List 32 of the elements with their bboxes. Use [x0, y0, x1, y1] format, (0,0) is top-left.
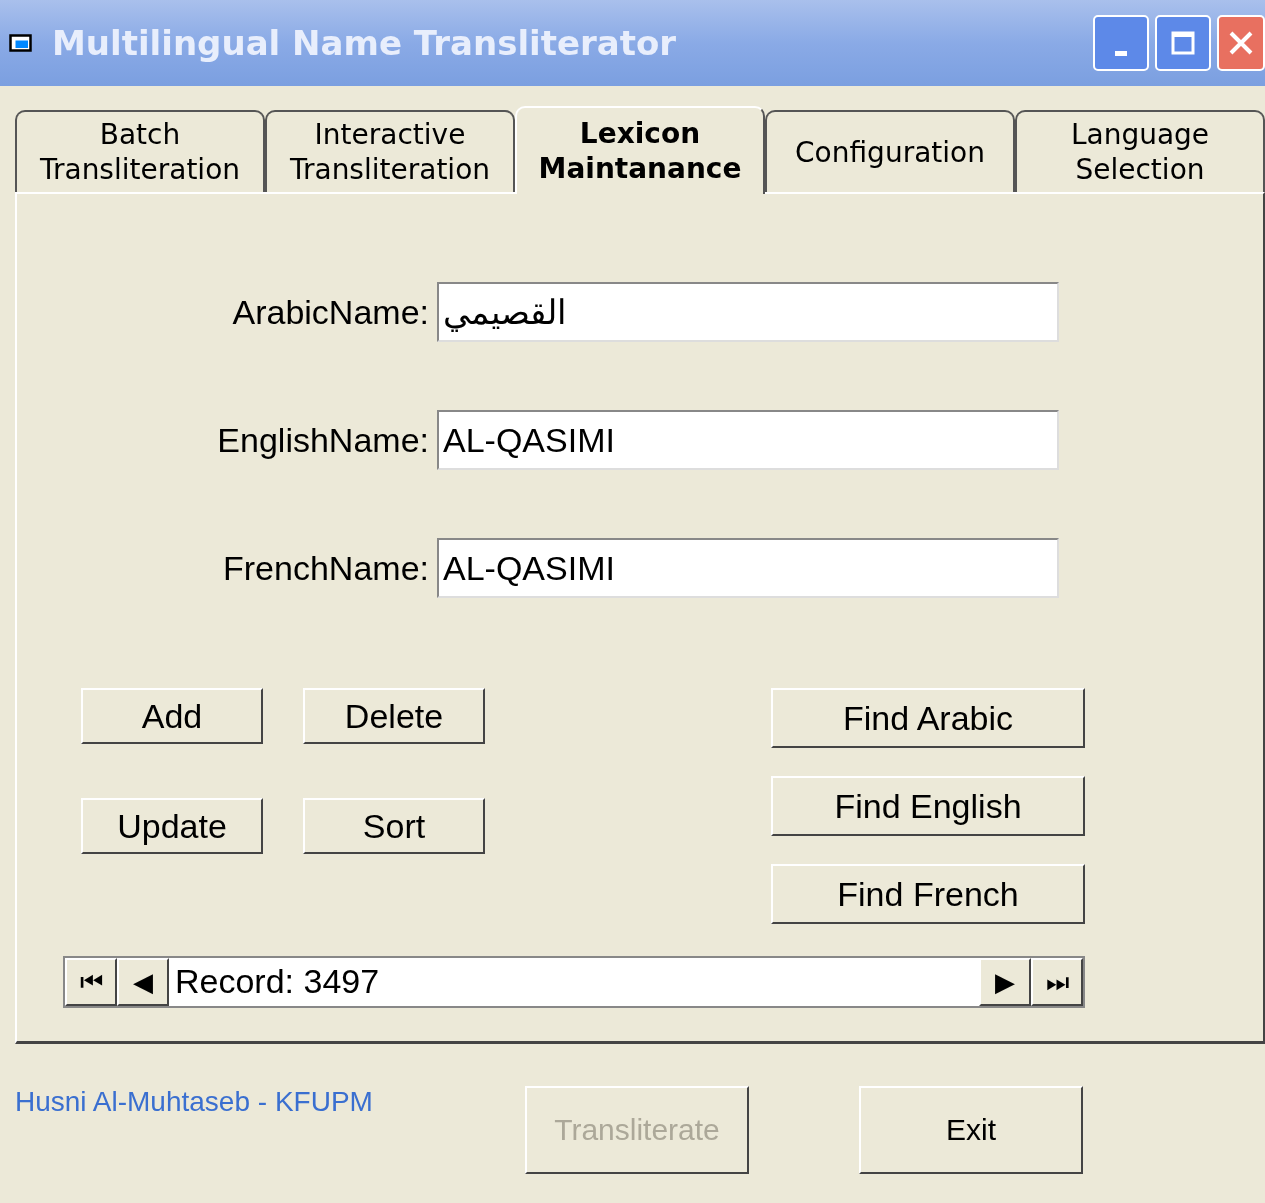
credit-text: Husni Al-Muhtaseb - KFUPM	[15, 1086, 374, 1118]
next-record-button[interactable]: ▶	[979, 958, 1031, 1006]
minimize-icon	[1115, 50, 1127, 56]
action-button[interactable]: Update	[81, 798, 263, 854]
window-title: Multilingual Name Transliterator	[52, 23, 677, 63]
first-record-button[interactable]: ⏮	[65, 958, 117, 1006]
tab[interactable]: Lexicon Maintanance	[515, 106, 765, 194]
tab[interactable]: Batch Transliteration	[15, 110, 265, 192]
field-label: ArabicName:	[231, 292, 430, 332]
field-label: FrenchName:	[222, 548, 430, 588]
input-field[interactable]: القصيمي	[437, 282, 1059, 342]
maximize-icon	[1170, 30, 1196, 56]
tab[interactable]: Interactive Transliteration	[265, 110, 515, 192]
maximize-button[interactable]	[1155, 15, 1211, 71]
input-field[interactable]: AL-QASIMI	[437, 538, 1059, 598]
footer-button[interactable]: Exit	[859, 1086, 1083, 1174]
field-label: EnglishName:	[216, 420, 430, 460]
input-field[interactable]: AL-QASIMI	[437, 410, 1059, 470]
close-icon	[1227, 29, 1255, 57]
minimize-button[interactable]	[1093, 15, 1149, 71]
previous-record-button[interactable]: ◀	[117, 958, 169, 1006]
action-button[interactable]: Sort	[303, 798, 485, 854]
action-button[interactable]: Add	[81, 688, 263, 744]
close-button[interactable]	[1217, 15, 1265, 71]
find-button[interactable]: Find English	[771, 776, 1085, 836]
record-counter: Record: 3497	[174, 961, 381, 1002]
tab[interactable]: Language Selection	[1015, 110, 1265, 192]
find-button[interactable]: Find French	[771, 864, 1085, 924]
action-button[interactable]: Delete	[303, 688, 485, 744]
last-record-button[interactable]: ⏭	[1031, 958, 1083, 1006]
find-button[interactable]: Find Arabic	[771, 688, 1085, 748]
tab[interactable]: Configuration	[765, 110, 1015, 192]
